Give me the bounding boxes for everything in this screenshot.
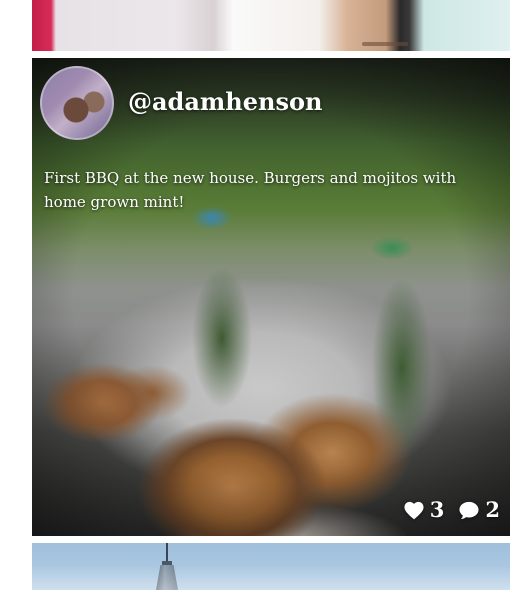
next-post-photo[interactable] xyxy=(32,543,510,590)
comment-count-button[interactable]: 2 xyxy=(458,497,500,522)
previous-post-photo[interactable] xyxy=(32,0,510,51)
post-card[interactable]: @adamhenson First BBQ at the new house. … xyxy=(32,58,510,536)
post-stats: 3 2 xyxy=(403,497,500,522)
photo-feed: @adamhenson First BBQ at the new house. … xyxy=(0,0,528,590)
speech-bubble-icon xyxy=(459,501,479,519)
photo-vignette xyxy=(32,58,510,536)
heart-icon xyxy=(404,501,424,519)
skyscraper-shape xyxy=(154,543,180,590)
photo-detail xyxy=(362,42,408,46)
avatar[interactable] xyxy=(40,66,114,140)
like-count: 3 xyxy=(429,497,445,522)
like-count-button[interactable]: 3 xyxy=(403,497,445,522)
username[interactable]: @adamhenson xyxy=(128,86,322,118)
post-caption: First BBQ at the new house. Burgers and … xyxy=(44,169,457,211)
comment-count: 2 xyxy=(485,497,500,522)
